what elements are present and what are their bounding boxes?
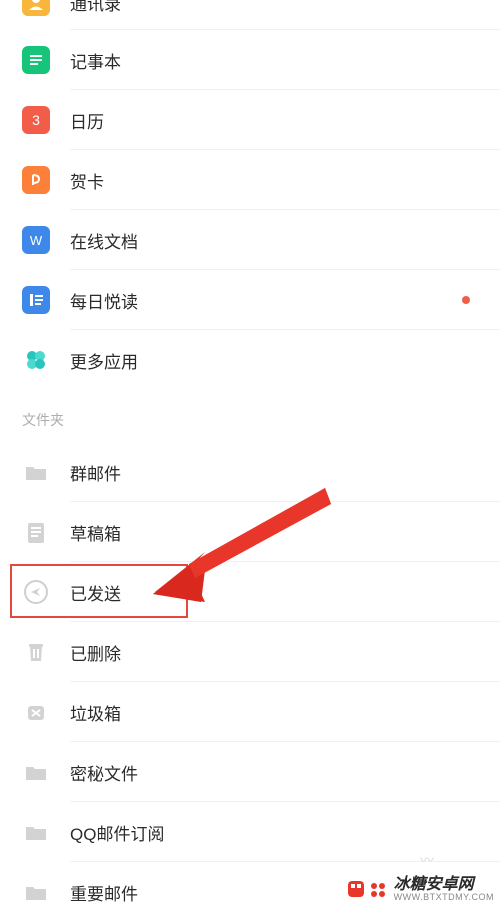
docs-icon: W [22,226,50,254]
menu-item-cards[interactable]: 贺卡 [0,150,500,210]
folder-icon [22,458,50,486]
folders-header: 文件夹 [0,390,500,442]
svg-text:W: W [30,233,43,248]
daily-read-icon [22,286,50,314]
drag-handle-icon: 〰 [420,850,430,870]
item-label: 更多应用 [70,348,138,373]
watermark-text: 冰糖安卓网 [394,877,494,893]
notification-dot [462,296,470,304]
folder-icon [22,878,50,906]
folder-secret[interactable]: 密秘文件 [0,742,500,802]
item-label: 已删除 [70,640,121,665]
item-label: 通讯录 [70,0,121,15]
watermark: 冰糖安卓网 WWW.BTXTDMY.COM [346,876,494,902]
menu-list: 通讯录 记事本 3 日历 贺卡 W 在线文档 每日悦读 [0,0,500,922]
contacts-icon [22,0,50,16]
menu-item-docs[interactable]: W 在线文档 [0,210,500,270]
menu-item-daily-read[interactable]: 每日悦读 [0,270,500,330]
item-label: 草稿箱 [70,520,121,545]
folder-deleted[interactable]: 已删除 [0,622,500,682]
highlight-box [10,564,188,618]
watermark-url: WWW.BTXTDMY.COM [394,893,494,902]
item-label: 群邮件 [70,460,121,485]
item-label: 垃圾箱 [70,700,121,725]
folder-icon [22,818,50,846]
menu-item-more-apps[interactable]: 更多应用 [0,330,500,390]
svg-text:3: 3 [32,112,40,128]
more-apps-icon [22,346,50,374]
item-label: 重要邮件 [70,880,138,905]
item-label: 在线文档 [70,228,138,253]
menu-item-calendar[interactable]: 3 日历 [0,90,500,150]
junk-icon [22,698,50,726]
item-label: 密秘文件 [70,760,138,785]
folder-group-mail[interactable]: 群邮件 [0,442,500,502]
menu-item-contacts[interactable]: 通讯录 [0,0,500,30]
folder-sent[interactable]: 已发送 [0,562,500,622]
item-label: 日历 [70,108,104,133]
item-label: QQ邮件订阅 [70,820,164,845]
cards-icon [22,166,50,194]
folder-junk[interactable]: 垃圾箱 [0,682,500,742]
calendar-icon: 3 [22,106,50,134]
item-label: 每日悦读 [70,288,138,313]
folder-drafts[interactable]: 草稿箱 [0,502,500,562]
item-label: 记事本 [70,48,121,73]
watermark-logo-icon [346,876,388,902]
item-label: 贺卡 [70,168,104,193]
drafts-icon [22,518,50,546]
folder-icon [22,758,50,786]
trash-icon [22,638,50,666]
notepad-icon [22,46,50,74]
menu-item-notepad[interactable]: 记事本 [0,30,500,90]
